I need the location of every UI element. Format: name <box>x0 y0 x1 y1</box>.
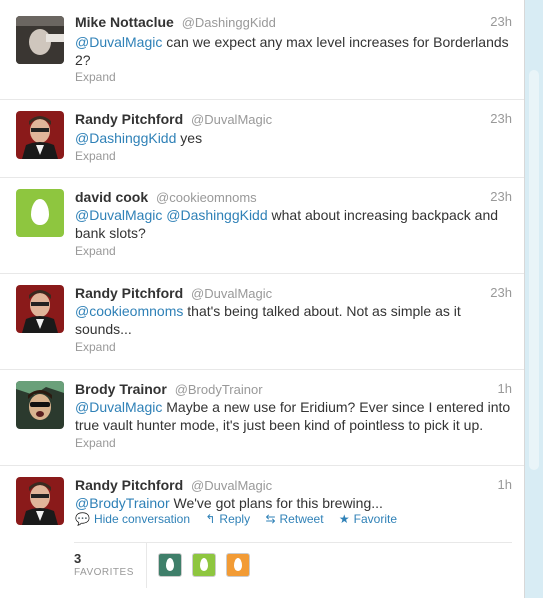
tweet-username[interactable]: @DashinggKidd <box>182 15 276 30</box>
reply-icon: ↰ <box>205 512 216 526</box>
hide-conversation-button[interactable]: 💬 Hide conversation <box>75 512 190 526</box>
mention-link[interactable]: @cookieomnoms <box>75 303 183 319</box>
tweet-time[interactable]: 1h <box>498 381 512 396</box>
tweet-text: @DuvalMagic @DashinggKidd what about inc… <box>75 206 515 242</box>
tweet-username[interactable]: @BrodyTrainor <box>175 382 263 397</box>
retweet-button[interactable]: ⇆ Retweet <box>265 512 323 526</box>
star-icon: ★ <box>338 512 350 526</box>
favoriter-avatar[interactable] <box>158 553 182 577</box>
expand-link[interactable]: Expand <box>75 70 116 84</box>
tweet-username[interactable]: @DuvalMagic <box>191 112 272 127</box>
expand-link[interactable]: Expand <box>75 149 116 163</box>
reply-label: Reply <box>219 512 251 526</box>
tweet-text: @BrodyTrainor We've got plans for this b… <box>75 494 515 512</box>
tweet-actions: 💬 Hide conversation ↰ Reply ⇆ Retweet ★ Favo… <box>75 512 409 526</box>
avatar[interactable] <box>16 16 64 64</box>
scrollbar-thumb[interactable] <box>529 70 539 470</box>
favorite-label: Favorite <box>353 512 398 526</box>
mention-link[interactable]: @BrodyTrainor <box>75 495 170 511</box>
egg-icon <box>199 558 208 571</box>
tweet-time[interactable]: 1h <box>498 477 512 492</box>
expand-link[interactable]: Expand <box>75 436 116 450</box>
tweet-fullname[interactable]: Randy Pitchford <box>75 285 183 301</box>
mention-link[interactable]: @DuvalMagic <box>75 399 162 415</box>
tweet-text: @DashinggKidd yes <box>75 129 515 147</box>
reply-button[interactable]: ↰ Reply <box>205 512 250 526</box>
tweet-username[interactable]: @DuvalMagic <box>191 286 272 301</box>
tweet-fullname[interactable]: david cook <box>75 189 148 205</box>
favoriter-avatar[interactable] <box>225 553 250 577</box>
tweet-username[interactable]: @cookieomnoms <box>156 190 257 205</box>
favoriters-list <box>158 553 256 577</box>
egg-icon <box>166 558 174 571</box>
expand-link[interactable]: Expand <box>75 244 116 258</box>
tweet-username[interactable]: @DuvalMagic <box>191 478 272 493</box>
stats-divider <box>146 543 147 588</box>
favorites-label[interactable]: FAVORITES <box>74 567 134 578</box>
tweet-text: @cookieomnoms that's being talked about.… <box>75 302 475 338</box>
tweet-fullname[interactable]: Randy Pitchford <box>75 477 183 493</box>
tweet-time[interactable]: 23h <box>490 14 512 29</box>
favorites-count[interactable]: 3 <box>74 551 81 566</box>
retweet-label: Retweet <box>279 512 324 526</box>
tweet[interactable]: david cook @cookieomnoms 23h @DuvalMagic… <box>0 177 524 274</box>
avatar[interactable] <box>16 381 64 429</box>
tweet-text: @DuvalMagic Maybe a new use for Eridium?… <box>75 398 515 434</box>
avatar[interactable] <box>16 477 64 525</box>
hide-conversation-label: Hide conversation <box>93 512 191 526</box>
avatar[interactable] <box>16 189 64 237</box>
tweet-time[interactable]: 23h <box>490 285 512 300</box>
mention-link[interactable]: @DashinggKidd <box>75 130 176 146</box>
retweet-icon: ⇆ <box>265 512 276 526</box>
expand-link[interactable]: Expand <box>75 340 116 354</box>
tweet-text: @DuvalMagic can we expect any max level … <box>75 33 515 69</box>
tweet-fullname[interactable]: Mike Nottaclue <box>75 14 174 30</box>
tweet-stats: 3 FAVORITES <box>74 542 512 598</box>
tweet-fullname[interactable]: Brody Trainor <box>75 381 167 397</box>
egg-icon <box>233 558 242 571</box>
tweet-fullname[interactable]: Randy Pitchford <box>75 111 183 127</box>
speech-bubble-icon: 💬 <box>75 512 90 526</box>
tweet-text-segment: We've got plans for this brewing... <box>169 495 383 511</box>
tweet[interactable]: Randy Pitchford @DuvalMagic 23h @cookieo… <box>0 273 524 370</box>
tweet[interactable]: Randy Pitchford @DuvalMagic 23h @Dashing… <box>0 99 524 178</box>
conversation-timeline: Mike Nottaclue @DashinggKidd 23h @DuvalM… <box>0 0 525 598</box>
scrollbar[interactable] <box>525 0 543 598</box>
mention-link[interactable]: @DuvalMagic <box>75 207 162 223</box>
tweet[interactable]: Mike Nottaclue @DashinggKidd 23h @DuvalM… <box>0 0 524 100</box>
favorite-button[interactable]: ★ Favorite <box>339 512 397 526</box>
mention-link[interactable]: @DuvalMagic <box>75 34 162 50</box>
favoriter-avatar[interactable] <box>191 553 216 577</box>
tweet[interactable]: Brody Trainor @BrodyTrainor 1h @DuvalMag… <box>0 369 524 466</box>
avatar[interactable] <box>16 111 64 159</box>
egg-icon <box>31 199 49 225</box>
mention-link[interactable]: @DashinggKidd <box>166 207 267 223</box>
tweet-time[interactable]: 23h <box>490 111 512 126</box>
tweet-time[interactable]: 23h <box>490 189 512 204</box>
tweet-text-segment: yes <box>176 130 203 146</box>
avatar[interactable] <box>16 285 64 333</box>
